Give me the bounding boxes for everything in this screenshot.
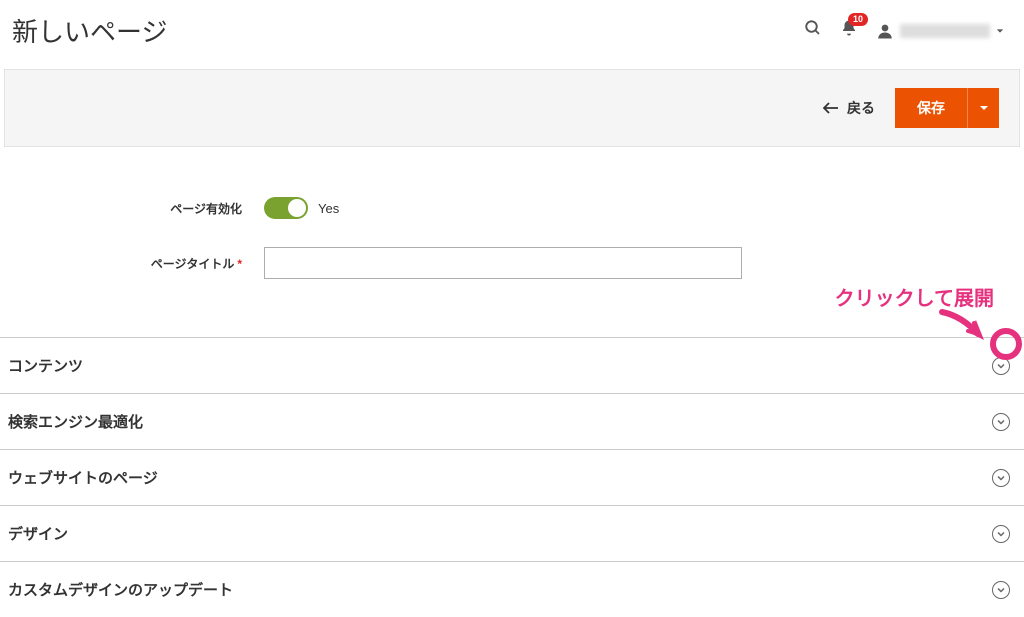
section-title: デザイン (8, 523, 68, 544)
chevron-down-icon (992, 413, 1010, 431)
back-button[interactable]: 戻る (823, 98, 875, 118)
notifications-button[interactable]: 10 (840, 19, 858, 42)
chevron-down-icon (992, 469, 1010, 487)
annotation-text: クリックして展開 (835, 282, 994, 311)
annotation-highlight-ring (990, 328, 1022, 360)
section-1[interactable]: 検索エンジン最適化 (0, 393, 1024, 449)
enable-page-label: ページ有効化 (12, 200, 264, 217)
page-title: 新しいページ (12, 12, 167, 49)
section-0[interactable]: コンテンツ (0, 337, 1024, 393)
page-title-input[interactable] (264, 247, 742, 279)
section-title: 検索エンジン最適化 (8, 411, 143, 432)
section-4[interactable]: カスタムデザインのアップデート (0, 561, 1024, 617)
save-dropdown-button[interactable] (967, 88, 999, 128)
annotation-arrow-icon (934, 308, 994, 348)
section-3[interactable]: デザイン (0, 505, 1024, 561)
section-title: コンテンツ (8, 355, 83, 376)
chevron-down-icon (992, 581, 1010, 599)
back-label: 戻る (847, 98, 875, 118)
user-name (900, 24, 990, 38)
save-button[interactable]: 保存 (895, 88, 967, 128)
section-title: カスタムデザインのアップデート (8, 579, 233, 600)
enable-page-value: Yes (318, 201, 339, 216)
search-icon[interactable] (804, 19, 822, 42)
section-2[interactable]: ウェブサイトのページ (0, 449, 1024, 505)
enable-page-toggle[interactable] (264, 197, 308, 219)
user-menu[interactable] (876, 22, 1004, 40)
section-title: ウェブサイトのページ (8, 467, 158, 488)
page-title-label: ページタイトル* (12, 255, 264, 272)
chevron-down-icon (992, 525, 1010, 543)
notification-badge: 10 (848, 13, 868, 26)
